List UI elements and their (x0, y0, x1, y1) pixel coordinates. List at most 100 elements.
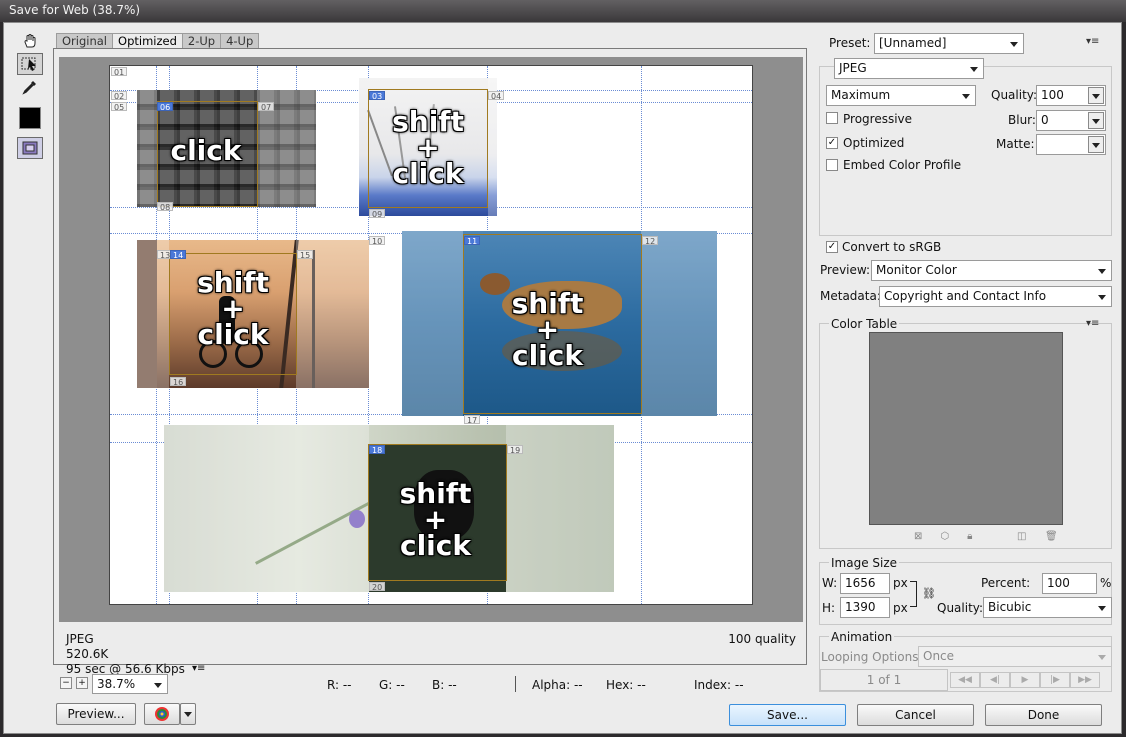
slice-badge[interactable]: 17 (464, 415, 481, 425)
width-unit: px (893, 576, 908, 590)
embed-profile-label: Embed Color Profile (843, 158, 962, 172)
blur-label: Blur: (1008, 113, 1036, 127)
first-frame-icon[interactable]: ◀◀ (950, 672, 980, 688)
resample-quality-select[interactable]: Bicubic (983, 597, 1112, 618)
play-icon[interactable]: ▶ (1010, 672, 1040, 688)
preset-select[interactable]: [Unnamed] (874, 33, 1024, 54)
percent-label: Percent: (981, 576, 1031, 590)
toggle-slice-visibility-icon[interactable] (17, 137, 43, 159)
cancel-button[interactable]: Cancel (857, 704, 974, 726)
tab-original[interactable]: Original (56, 33, 114, 49)
duck-click-label: shift + click (511, 287, 584, 372)
height-input[interactable]: 1390 (840, 597, 890, 618)
slice-badge[interactable]: 10 (369, 236, 386, 246)
save-button[interactable]: Save... (729, 704, 846, 726)
download-speed-menu-icon[interactable]: ▾≡ (192, 663, 205, 674)
constrain-bracket (910, 581, 917, 607)
butterfly-click-label: shift + click (399, 477, 472, 562)
unselected-slice-overlay (402, 231, 463, 416)
tab-4-up[interactable]: 4-Up (220, 33, 260, 49)
browser-preview-icon[interactable] (144, 703, 180, 725)
slice-badge[interactable]: 19 (507, 445, 524, 455)
constrain-proportions-icon[interactable]: ⛓︎ (922, 587, 936, 600)
previous-frame-icon[interactable]: ◀| (980, 672, 1010, 688)
slice-badge[interactable]: 16 (170, 377, 187, 387)
slice-badge[interactable]: 02 (111, 91, 128, 101)
matte-label: Matte: (996, 137, 1035, 151)
embed-profile-checkbox[interactable] (826, 159, 838, 171)
convert-srgb-checkbox[interactable]: ✓ (826, 241, 838, 253)
window-title: Save for Web (38.7%) (9, 3, 141, 17)
slice-badge[interactable]: 12 (642, 236, 659, 246)
preset-label: Preset: (829, 36, 871, 50)
web-snap-icon[interactable]: ⬡ (940, 531, 967, 542)
slice-badge[interactable]: 20 (369, 582, 386, 592)
slice-badge[interactable]: 18 (369, 445, 386, 455)
slice-badge[interactable]: 11 (464, 236, 481, 246)
next-frame-icon[interactable]: |▶ (1040, 672, 1070, 688)
new-color-icon[interactable]: ◫ (1017, 531, 1026, 542)
metadata-select[interactable]: Copyright and Contact Info (879, 286, 1112, 307)
blur-dropdown-button[interactable] (1088, 112, 1104, 129)
optimized-checkbox[interactable]: ✓ (826, 137, 838, 149)
bike-click-label: shift + click (197, 266, 269, 351)
percent-input[interactable]: 100 (1042, 573, 1097, 594)
image-canvas[interactable]: click shift + click shift + click shift … (109, 65, 753, 605)
color-table-menu-icon[interactable]: ▾≡ (1086, 318, 1099, 329)
quality-dropdown-button[interactable] (1088, 87, 1104, 104)
progressive-checkbox[interactable] (826, 112, 838, 124)
slice-badge[interactable]: 15 (297, 250, 314, 260)
slice-badge[interactable]: 06 (157, 102, 174, 112)
compression-select[interactable]: Maximum (826, 85, 976, 106)
convert-srgb-label: Convert to sRGB (842, 240, 942, 254)
color-table-title: Color Table (829, 317, 900, 331)
delete-color-icon[interactable]: 🗑︎ (1045, 531, 1058, 542)
slice-badge[interactable]: 07 (258, 102, 275, 112)
width-input[interactable]: 1656 (840, 573, 890, 594)
looping-options-select[interactable]: Once (918, 646, 1112, 667)
unselected-slice-overlay (296, 240, 369, 388)
slice-badge[interactable]: 03 (369, 91, 386, 101)
alpha-readout: Alpha: -- (532, 678, 583, 692)
flower-click-label: shift + click (392, 105, 464, 190)
preview-pane: click shift + click shift + click shift … (53, 48, 807, 676)
map-transparent-icon[interactable]: ⊠ (914, 531, 940, 542)
tab-optimized[interactable]: Optimized (112, 33, 183, 49)
tool-column (17, 30, 47, 159)
eyedropper-tool-icon[interactable] (17, 76, 43, 98)
zoom-level-select[interactable]: 38.7% (92, 674, 168, 694)
color-table-toolbar: ⊠⬡🔒︎ (914, 531, 990, 542)
slice-badge[interactable]: 09 (369, 209, 386, 219)
preview-mode-select[interactable]: Monitor Color (871, 260, 1112, 281)
format-select[interactable]: JPEG (834, 58, 984, 79)
status-divider (515, 676, 516, 692)
optimize-menu-icon[interactable]: ▾≡ (1086, 36, 1099, 47)
preview-button[interactable]: Preview... (56, 703, 136, 725)
matte-dropdown-button[interactable] (1088, 136, 1104, 153)
slice-badge[interactable]: 01 (111, 67, 128, 77)
unselected-slice-overlay (641, 231, 717, 416)
info-format: JPEG (66, 632, 94, 646)
image-size-title: Image Size (829, 556, 900, 570)
lock-color-icon[interactable]: 🔒︎ (967, 531, 990, 542)
tab-2-up[interactable]: 2-Up (181, 33, 222, 49)
optimized-label: Optimized (843, 136, 905, 150)
slice-badge[interactable]: 08 (157, 202, 174, 212)
color-table-swatches[interactable] (869, 332, 1063, 525)
info-quality: 100 quality (728, 632, 796, 646)
done-button[interactable]: Done (985, 704, 1102, 726)
eyedropper-color-swatch[interactable] (19, 107, 41, 129)
zoom-out-button[interactable]: − (60, 677, 72, 689)
slice-badge[interactable]: 05 (111, 102, 128, 112)
quality-label: Quality: (991, 88, 1038, 102)
progressive-label: Progressive (843, 112, 913, 126)
preview-background: click shift + click shift + click shift … (59, 57, 803, 622)
slice-select-tool-icon[interactable] (17, 53, 43, 75)
slice-badge[interactable]: 14 (170, 250, 187, 260)
zoom-in-button[interactable]: + (76, 677, 88, 689)
browser-select-dropdown[interactable] (180, 703, 196, 725)
slice-badge[interactable]: 04 (488, 91, 505, 101)
last-frame-icon[interactable]: ▶▶ (1070, 672, 1100, 688)
hand-tool-icon[interactable] (17, 30, 43, 52)
unselected-slice-overlay (137, 240, 169, 388)
